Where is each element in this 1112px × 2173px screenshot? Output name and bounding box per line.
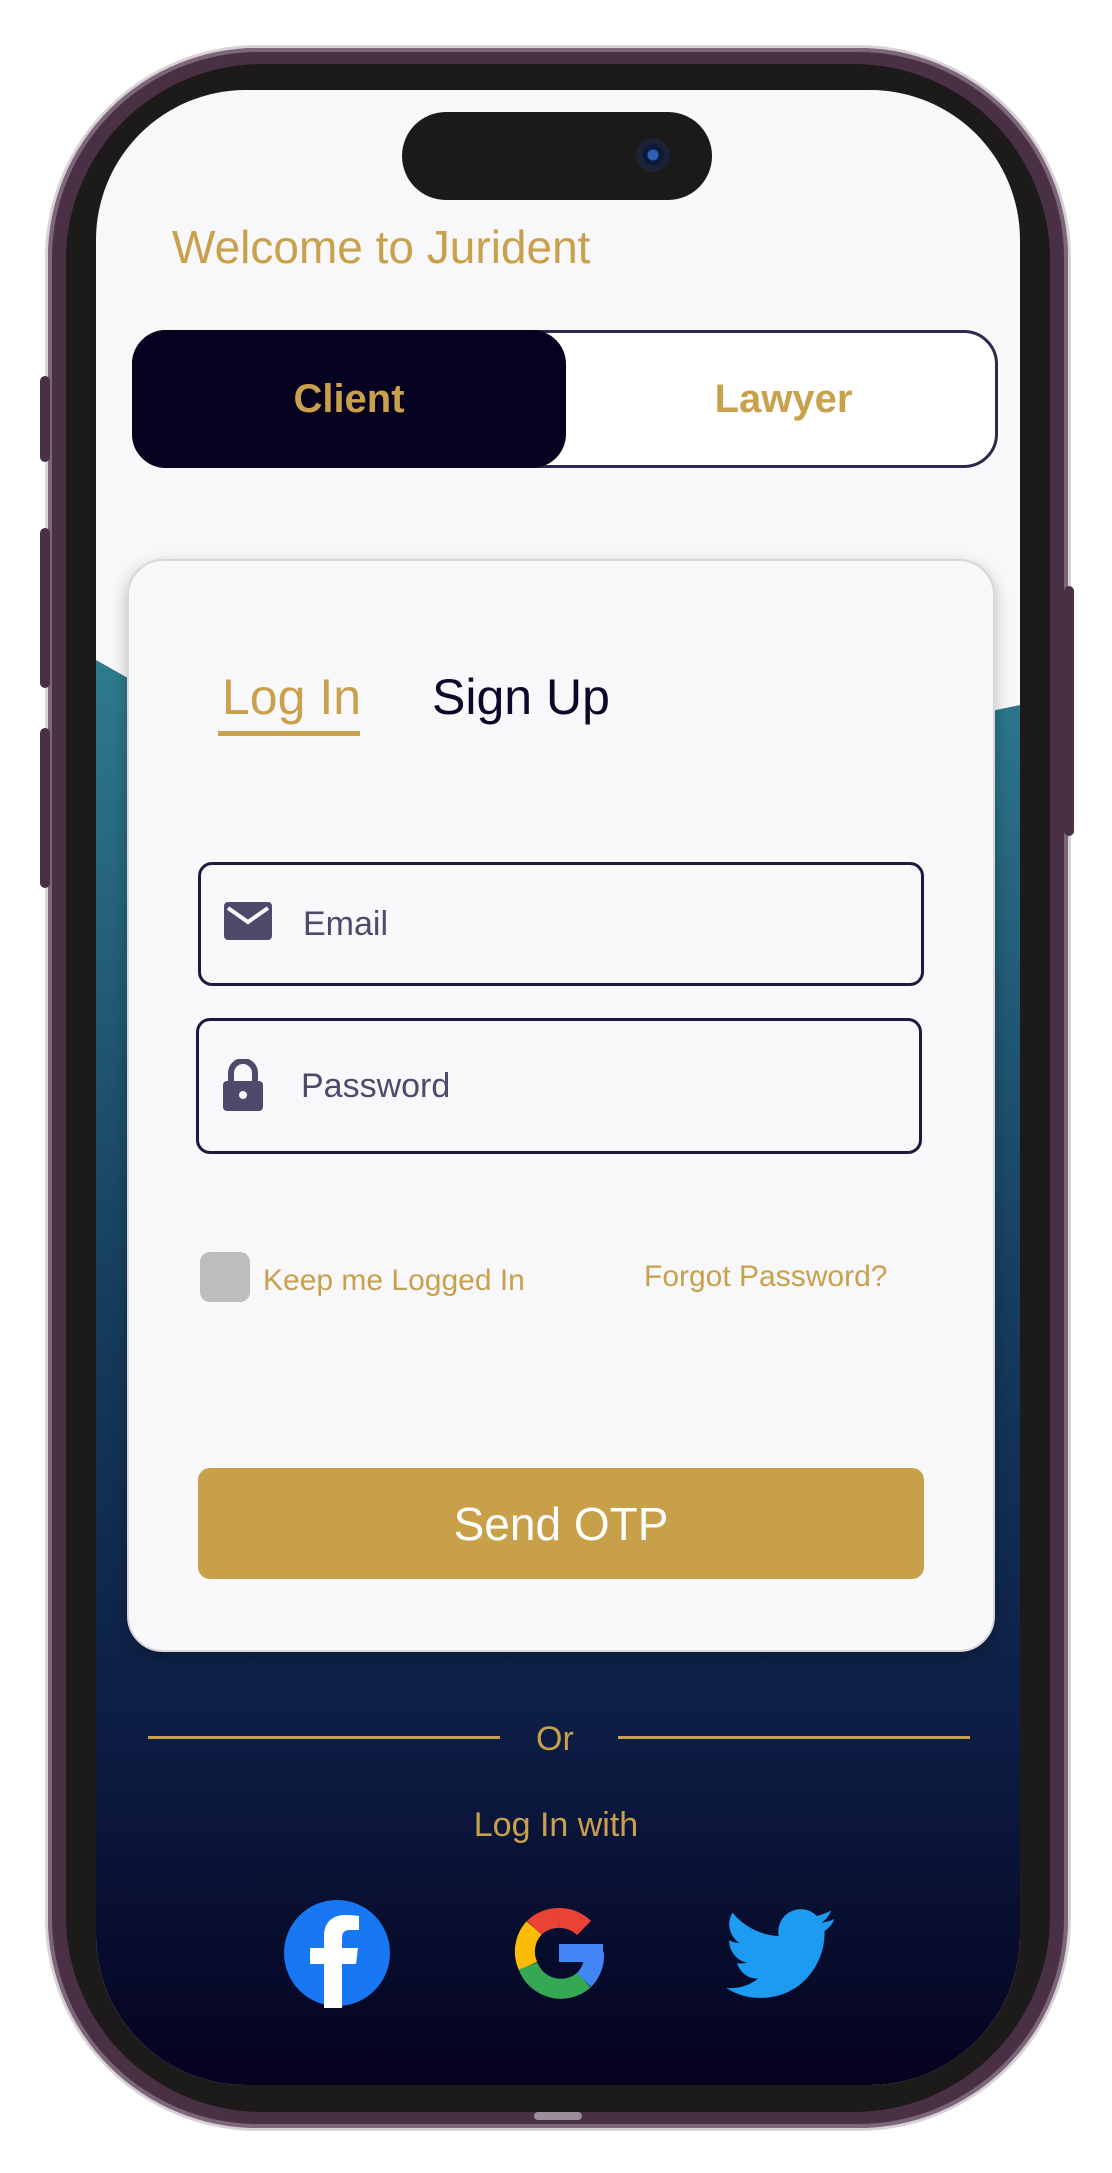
forgot-password-link[interactable]: Forgot Password? [644,1260,887,1294]
action-button [40,376,50,462]
tab-login[interactable]: Log In [222,668,361,726]
facebook-icon[interactable] [282,1898,392,2008]
login-with-label: Log In with [473,1806,639,1844]
divider-right [618,1736,970,1739]
email-input[interactable] [301,895,885,953]
role-toggle: Client Lawyer [132,330,998,468]
keep-logged-in-label[interactable]: Keep me Logged In [263,1264,525,1298]
keep-logged-in-checkbox[interactable] [200,1252,250,1302]
camera-icon [636,138,670,172]
volume-up-button [40,528,50,688]
password-input[interactable] [299,1057,883,1115]
tab-signup[interactable]: Sign Up [432,668,610,726]
divider-left [148,1736,500,1739]
power-button [1064,586,1074,836]
envelope-icon [223,901,273,945]
active-tab-underline [218,731,360,736]
google-icon[interactable] [504,1898,614,2008]
or-divider-text: Or [536,1720,574,1758]
home-indicator [534,2112,582,2120]
email-field [198,862,924,986]
lock-icon [221,1058,265,1117]
twitter-icon[interactable] [726,1898,836,2008]
volume-down-button [40,728,50,888]
client-toggle-button[interactable]: Client [132,330,566,468]
send-otp-button[interactable]: Send OTP [198,1468,924,1579]
welcome-title: Welcome to Jurident [172,221,591,273]
lawyer-toggle-button[interactable]: Lawyer [566,330,1001,468]
password-field [196,1018,922,1154]
